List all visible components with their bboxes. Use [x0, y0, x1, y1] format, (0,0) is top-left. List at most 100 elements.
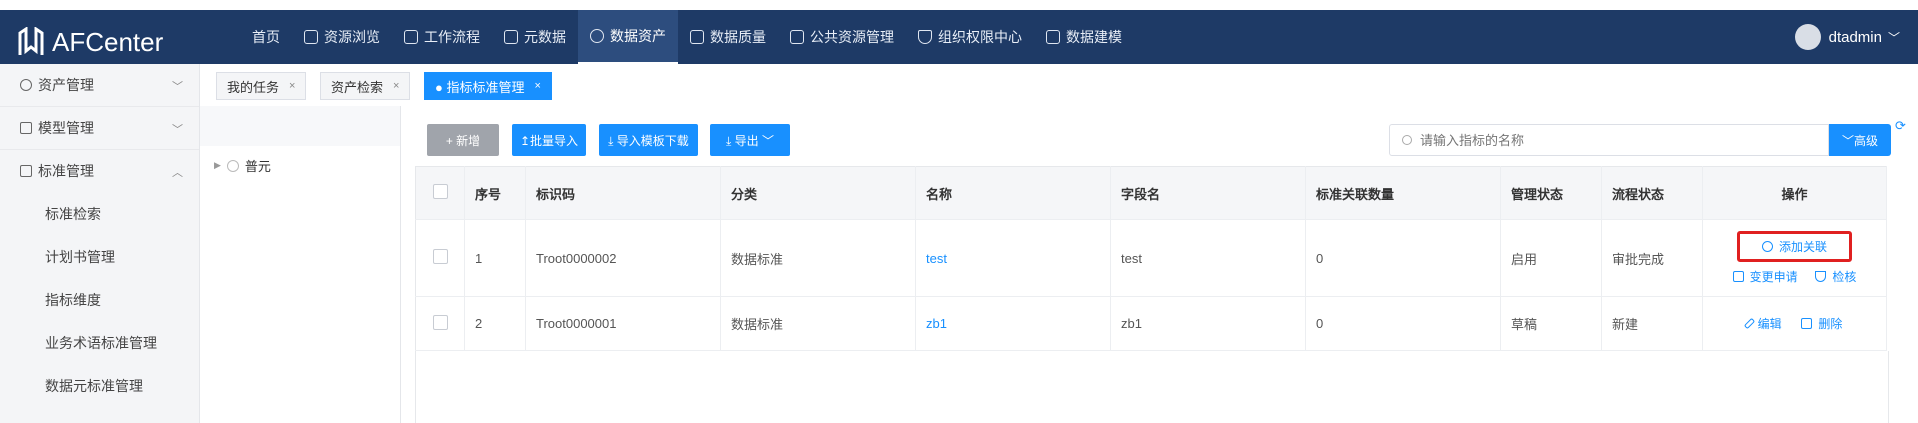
chart-icon — [20, 122, 32, 134]
sidebar-item-data-element-standard[interactable]: 数据元标准管理 — [0, 364, 199, 407]
row-select-cell — [415, 219, 465, 297]
cell-index: 2 — [464, 296, 526, 351]
sidebar-item-business-term-standard[interactable]: 业务术语标准管理 — [0, 321, 199, 364]
sidebar-group-label: 资产管理 — [38, 77, 94, 93]
top-navbar: AFCenter 首页 资源浏览 工作流程 元数据 数据资产 数据质量 公共资源… — [0, 0, 1918, 64]
logo-icon — [18, 27, 44, 55]
cell-name-link[interactable]: test — [926, 251, 947, 266]
node-icon — [226, 159, 239, 172]
tree-header — [200, 106, 400, 146]
refresh-icon[interactable]: ⟳ — [1895, 118, 1906, 134]
change-request-button[interactable]: 变更申请 — [1732, 268, 1798, 285]
close-icon[interactable]: × — [393, 80, 399, 92]
nav-public-resources[interactable]: 公共资源管理 — [778, 10, 906, 64]
tab-asset-search[interactable]: 资产检索 × — [320, 72, 411, 100]
magnet-icon — [1815, 271, 1827, 282]
sidebar-group-label: 模型管理 — [38, 120, 94, 136]
close-icon[interactable]: × — [534, 80, 540, 92]
tab-label: ● 指标标准管理 — [435, 79, 525, 95]
sidebar-group-standard-management[interactable]: 标准管理 ︿ — [0, 150, 199, 192]
shield-icon — [918, 30, 932, 44]
import-template-download-button[interactable]: ⤓ 导入模板下载 — [599, 124, 698, 156]
edit-button[interactable]: 编辑 — [1743, 315, 1782, 332]
document-icon — [20, 165, 32, 177]
col-header-code: 标识码 — [525, 166, 721, 220]
delete-button[interactable]: 删除 — [1801, 315, 1842, 332]
nav-home[interactable]: 首页 — [240, 10, 292, 64]
avatar — [1794, 24, 1821, 50]
advanced-search-button[interactable]: ﹀高级 — [1829, 124, 1891, 156]
edit-label: 编辑 — [1757, 317, 1782, 331]
row-select-cell — [415, 296, 465, 351]
batch-import-button[interactable]: ↥批量导入 — [512, 124, 586, 156]
cell-index: 1 — [464, 219, 526, 297]
add-button[interactable]: + 新增 — [427, 124, 499, 156]
cell-category: 数据标准 — [720, 219, 916, 297]
search-box[interactable] — [1389, 124, 1829, 156]
sidebar-item-indicator-dimension[interactable]: 指标维度 — [0, 278, 199, 321]
tree-node-root[interactable]: ▶ 普元 — [214, 156, 271, 175]
nav-data-assets[interactable]: 数据资产 — [578, 10, 678, 64]
check-button[interactable]: 检核 — [1815, 268, 1856, 285]
grid-icon — [304, 30, 318, 44]
clock-icon — [20, 79, 32, 91]
row-checkbox[interactable] — [432, 314, 448, 330]
cell-category: 数据标准 — [720, 296, 916, 351]
row-checkbox[interactable] — [432, 249, 448, 264]
nav-org-permissions[interactable]: 组织权限中心 — [906, 10, 1034, 64]
nav-data-modeling[interactable]: 数据建模 — [1034, 10, 1134, 64]
nav-home-label: 首页 — [252, 29, 280, 45]
cell-code: Troot0000001 — [525, 296, 721, 351]
export-button[interactable]: ⤓ 导出 ﹀ — [710, 124, 790, 156]
add-link-button[interactable]: 添加关联 — [1736, 231, 1852, 262]
nav-data-quality[interactable]: 数据质量 — [678, 10, 778, 64]
doc-icon — [790, 30, 804, 44]
nav-workflow[interactable]: 工作流程 — [392, 10, 492, 64]
link-icon — [1761, 241, 1773, 252]
nav-resource-browse[interactable]: 资源浏览 — [292, 10, 392, 64]
sidebar-group-model-management[interactable]: 模型管理 ﹀ — [0, 107, 199, 150]
tree-node-label: 普元 — [244, 159, 271, 174]
table-row: 1 Troot0000002 数据标准 test test 0 启用 审批完成 … — [415, 219, 1887, 297]
select-all-checkbox[interactable] — [432, 184, 448, 199]
cell-manage-status: 启用 — [1500, 219, 1602, 297]
caret-right-icon[interactable]: ▶ — [214, 160, 221, 171]
sidebar-item-plan-management[interactable]: 计划书管理 — [0, 235, 199, 278]
table-header-row: 序号 标识码 分类 名称 字段名 标准关联数量 管理状态 流程状态 操作 — [415, 166, 1887, 220]
indicator-table: 序号 标识码 分类 名称 字段名 标准关联数量 管理状态 流程状态 操作 1 T… — [415, 166, 1887, 351]
search-input[interactable] — [1418, 131, 1802, 149]
chevron-down-icon: ﹀ — [1887, 30, 1900, 45]
cell-name-cell: zb1 — [915, 296, 1111, 351]
sidebar-item-standard-search[interactable]: 标准检索 — [0, 192, 199, 235]
asset-icon — [590, 29, 604, 43]
cell-link-count: 0 — [1305, 296, 1501, 351]
chart-icon — [690, 30, 704, 44]
nav-org-permissions-label: 组织权限中心 — [938, 29, 1022, 45]
tab-indicator-standard-management[interactable]: ● 指标标准管理 × — [424, 72, 552, 100]
delete-label: 删除 — [1818, 317, 1843, 331]
tab-my-tasks[interactable]: 我的任务 × — [216, 72, 307, 100]
change-request-label: 变更申请 — [1749, 270, 1798, 284]
col-header-actions: 操作 — [1702, 166, 1887, 220]
cell-name-link[interactable]: zb1 — [926, 316, 947, 331]
user-menu[interactable]: dtadmin ﹀ — [1794, 10, 1900, 64]
chevron-down-icon: ﹀ — [172, 81, 183, 93]
sidebar-group-asset-management[interactable]: 资产管理 ﹀ — [0, 64, 199, 107]
pencil-icon — [1743, 317, 1755, 330]
col-header-link-count: 标准关联数量 — [1305, 166, 1501, 220]
nav-data-assets-label: 数据资产 — [610, 28, 666, 44]
cell-manage-status: 草稿 — [1500, 296, 1602, 351]
nav-metadata[interactable]: 元数据 — [492, 10, 578, 64]
close-icon[interactable]: × — [289, 80, 295, 92]
chevron-up-icon: ︿ — [172, 167, 183, 179]
tab-label: 我的任务 — [227, 79, 280, 95]
tree-panel: ▶ 普元 — [200, 106, 401, 423]
col-header-category: 分类 — [720, 166, 916, 220]
cell-flow-status: 新建 — [1601, 296, 1703, 351]
page-tabs: 我的任务 × 资产检索 × ● 指标标准管理 × — [200, 64, 1918, 107]
nav-data-modeling-label: 数据建模 — [1066, 29, 1122, 45]
app-logo[interactable]: AFCenter — [18, 20, 163, 64]
col-header-flow-status: 流程状态 — [1601, 166, 1703, 220]
layers-icon — [504, 30, 518, 44]
nav-metadata-label: 元数据 — [524, 29, 566, 45]
